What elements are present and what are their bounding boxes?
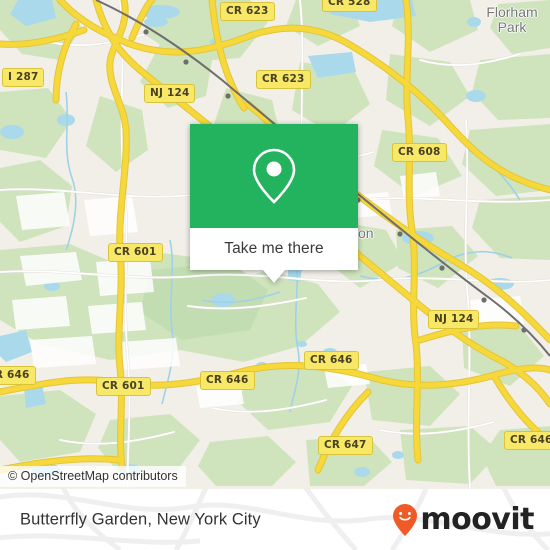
moovit-wordmark: moovit [420, 501, 534, 537]
osm-attribution[interactable]: © OpenStreetMap contributors [0, 466, 186, 487]
popup-tail [263, 270, 285, 283]
moovit-logo[interactable]: moovit [392, 503, 534, 537]
location-popup-card[interactable]: Take me there [190, 124, 358, 283]
road-shield: NJ 124 [428, 310, 480, 329]
road-shield: CR 646 [304, 351, 359, 370]
road-shield: CR 647 [318, 436, 373, 455]
road-shield: CR 528 [322, 0, 377, 12]
footer-bar: Butterrfly Garden, New York City moovit [0, 489, 550, 550]
moovit-pin-icon [393, 503, 418, 536]
popup-pin-area [190, 124, 358, 228]
road-shield: CR 623 [256, 70, 311, 89]
map-canvas[interactable]: .park{fill:#cfe4bd} .parkd{fill:#c3ddb2}… [0, 0, 550, 489]
map-pin-icon [252, 148, 296, 204]
place-label: on [358, 225, 374, 241]
take-me-there-label: Take me there [224, 240, 324, 257]
take-me-there-button[interactable]: Take me there [190, 228, 358, 270]
road-shield: NJ 124 [144, 84, 196, 103]
road-shield: CR 623 [220, 2, 275, 21]
road-shield: CR 646 [0, 366, 36, 385]
place-label: Park [497, 19, 527, 35]
road-shield: CR 608 [392, 143, 447, 162]
road-shield: I 287 [2, 68, 45, 87]
road-shield: CR 601 [96, 377, 151, 396]
road-shield: CR 646 [200, 371, 255, 390]
page-title: Butterrfly Garden, New York City [20, 510, 261, 528]
road-shield: CR 646 [504, 431, 550, 450]
road-shield: CR 601 [108, 243, 163, 262]
place-label: Florham [486, 4, 538, 20]
map-screenshot: .park{fill:#cfe4bd} .parkd{fill:#c3ddb2}… [0, 0, 550, 550]
